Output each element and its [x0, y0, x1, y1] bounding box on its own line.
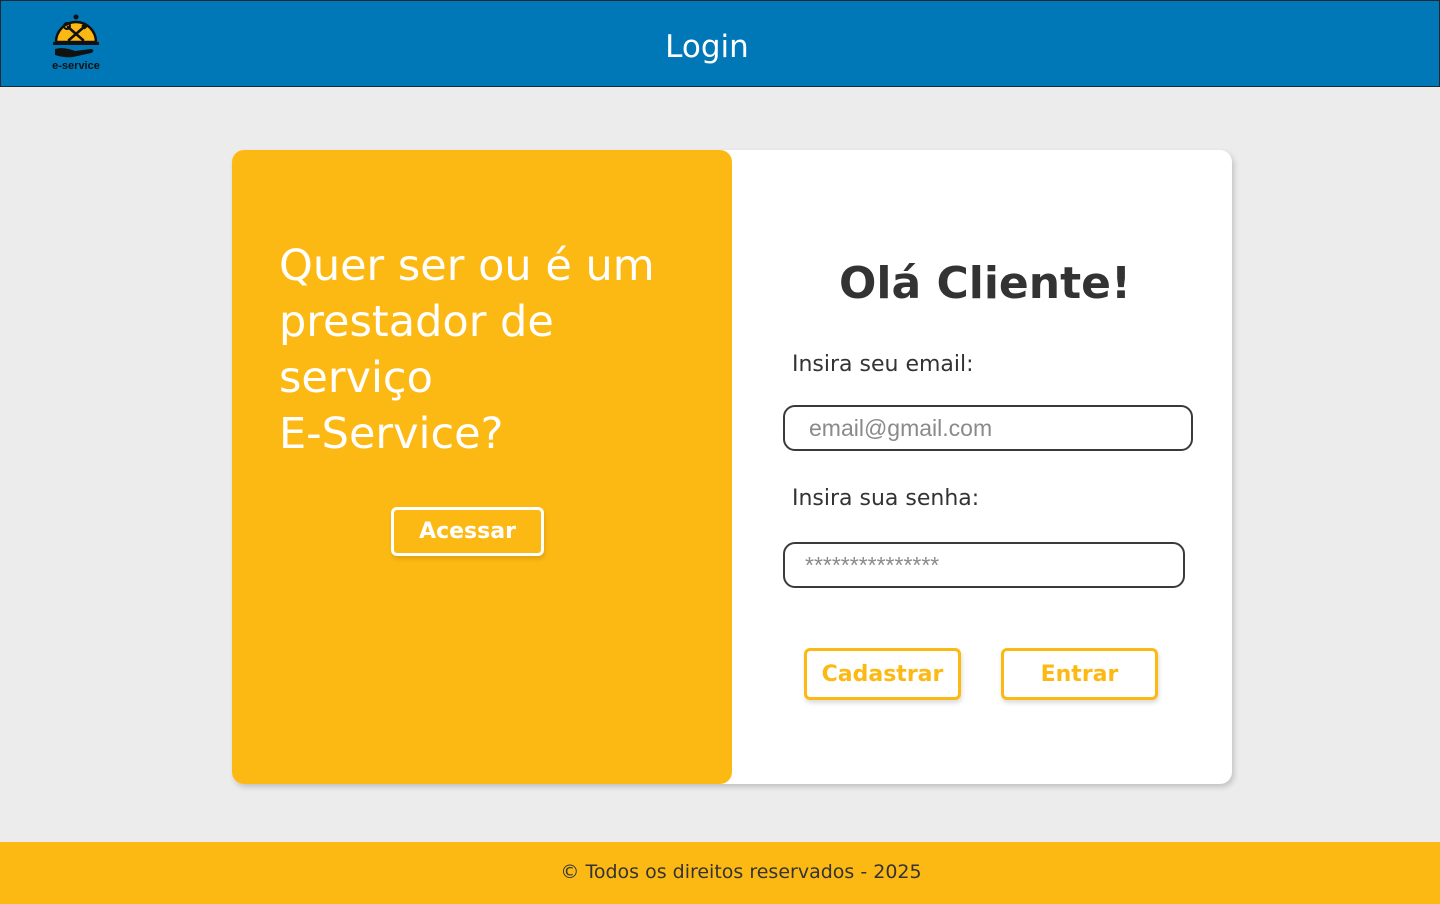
promo-line: Quer ser ou é um: [279, 241, 655, 291]
email-label: Insira seu email:: [792, 352, 974, 377]
provider-promo-panel: Quer ser ou é um prestador de serviço E-…: [232, 150, 732, 784]
copyright-text: © Todos os direitos reservados - 2025: [560, 861, 922, 883]
email-input[interactable]: [783, 405, 1193, 451]
register-button[interactable]: Cadastrar: [804, 648, 961, 700]
provider-access-button[interactable]: Acessar: [391, 507, 544, 556]
promo-line: E-Service?: [279, 409, 504, 459]
greeting-title: Olá Cliente!: [838, 258, 1132, 309]
page-title: Login: [665, 29, 749, 65]
promo-line: serviço: [279, 353, 433, 403]
login-card: Quer ser ou é um prestador de serviço E-…: [232, 150, 1232, 784]
provider-promo-heading: Quer ser ou é um prestador de serviço E-…: [279, 238, 719, 462]
password-label: Insira sua senha:: [792, 486, 980, 511]
top-header: e-service Login: [0, 0, 1440, 87]
login-button[interactable]: Entrar: [1001, 648, 1158, 700]
promo-line: prestador de: [279, 297, 554, 347]
page-footer: © Todos os direitos reservados - 2025: [0, 842, 1440, 904]
password-input[interactable]: [783, 542, 1185, 588]
client-login-panel: Olá Cliente! Insira seu email: Insira su…: [732, 150, 1232, 784]
